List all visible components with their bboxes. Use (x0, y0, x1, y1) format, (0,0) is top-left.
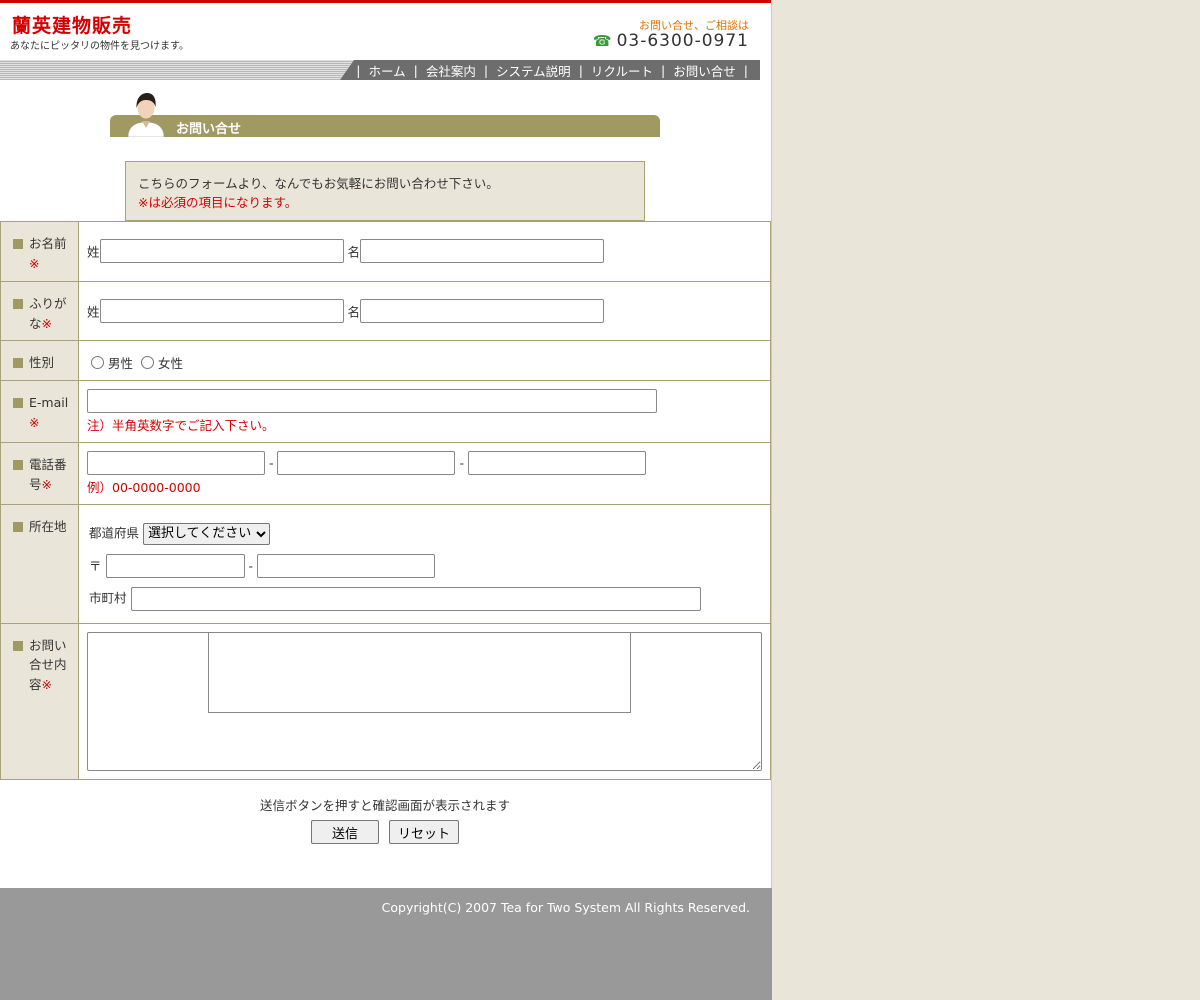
nav-separator: | (578, 62, 583, 78)
bullet-square-icon (13, 398, 23, 408)
gender-female-radio[interactable] (141, 356, 154, 369)
phone-middle-input[interactable] (277, 451, 456, 475)
form-row-email: E-mail ※ 注）半角英数字でご記入下さい。 (0, 380, 771, 443)
nav-separator: | (661, 62, 666, 78)
phone-label-cell: 電話番号※ (0, 442, 79, 505)
first-kana-input[interactable] (360, 299, 605, 323)
email-input[interactable] (87, 389, 657, 413)
last-kana-input[interactable] (99, 299, 344, 323)
gender-male-radio[interactable] (91, 356, 104, 369)
required-mark: ※ (41, 315, 52, 331)
required-mark: ※ (41, 676, 52, 692)
inquiry-field-cell (78, 622, 771, 780)
nav-item-recruit[interactable]: リクルート (591, 61, 653, 80)
prefecture-label: 都道府県 (89, 525, 140, 541)
nav-item-system[interactable]: システム説明 (496, 61, 571, 80)
bullet-square-icon (13, 522, 23, 532)
required-mark: ※ (41, 476, 52, 492)
form-row-gender: 性別 男性 女性 (0, 340, 771, 381)
gender-field-cell: 男性 女性 (78, 340, 771, 381)
name-label-cell: お名前 ※ (0, 221, 79, 282)
last-name-label: 姓 (87, 244, 100, 260)
operator-person-icon (127, 93, 165, 137)
kana-field-cell: 姓 名 (78, 281, 771, 341)
phone-last-input[interactable] (467, 451, 646, 475)
email-label: E-mail (29, 395, 69, 410)
postal-dash: - (248, 558, 253, 573)
city-input[interactable] (130, 586, 701, 611)
phone-dash: - (459, 455, 464, 471)
page-title: お問い合せ (176, 122, 242, 137)
email-field-cell: 注）半角英数字でご記入下さい。 (78, 380, 771, 443)
phone-field-cell: - - 例）00-0000-0000 (78, 442, 771, 505)
first-kana-label: 名 (347, 304, 361, 320)
phone-number: 03-6300-0971 (616, 31, 749, 51)
header: 蘭英建物販売 あなたにピッタリの物件を見つけます。 お問い合せ、ご相談は ☎ 03… (0, 0, 771, 60)
postal-code-first-input[interactable] (105, 554, 245, 578)
nav-item-contact[interactable]: お問い合せ (673, 61, 736, 80)
form-row-name: お名前 ※ 姓 名 (0, 221, 771, 282)
form-row-address: 所在地 都道府県 選択してください 〒 - 市町村 (0, 504, 771, 624)
gender-female-label[interactable]: 女性 (158, 356, 183, 371)
first-name-label: 名 (347, 244, 361, 260)
page: 蘭英建物販売 あなたにピッタリの物件を見つけます。 お問い合せ、ご相談は ☎ 03… (0, 0, 772, 1000)
nav-separator: | (743, 62, 748, 78)
form-row-kana: ふりがな※ 姓 名 (0, 281, 771, 341)
first-name-input[interactable] (360, 239, 605, 263)
postal-code-last-input[interactable] (256, 554, 435, 578)
nav-bar: | ホーム | 会社案内 | システム説明 | リクルート | お問い合せ | (0, 60, 760, 80)
intro-text: こちらのフォームより、なんでもお気軽にお問い合わせ下さい。 (138, 176, 499, 191)
email-label-cell: E-mail ※ (0, 380, 79, 443)
bullet-square-icon (13, 358, 23, 368)
address-field-cell: 都道府県 選択してください 〒 - 市町村 (78, 504, 771, 624)
address-label: 所在地 (29, 519, 67, 534)
gender-label-cell: 性別 (0, 340, 79, 381)
name-label: お名前 (29, 236, 67, 251)
send-button[interactable]: 送信 (311, 820, 379, 844)
nav-item-company[interactable]: 会社案内 (426, 61, 476, 80)
city-label: 市町村 (89, 590, 127, 606)
gender-male-label[interactable]: 男性 (108, 356, 133, 371)
bullet-square-icon (13, 299, 23, 309)
prefecture-select[interactable]: 選択してください (143, 522, 270, 545)
inquiry-textarea-overlay (208, 631, 631, 713)
bullet-square-icon (13, 239, 23, 249)
last-kana-label: 姓 (87, 304, 100, 320)
phone-dash: - (268, 455, 274, 471)
email-note: 注）半角英数字でご記入下さい。 (87, 418, 275, 433)
nav-separator: | (356, 62, 361, 78)
bullet-square-icon (13, 640, 23, 651)
contact-form: お名前 ※ 姓 名 ふりがな※ 姓 名 性別 男性 女性 E-mail※ 注）半… (0, 221, 771, 780)
bullet-square-icon (13, 460, 23, 470)
phone-note: 例）00-0000-0000 (87, 480, 201, 495)
address-label-cell: 所在地 (0, 504, 79, 624)
header-phone: ☎ 03-6300-0971 (593, 31, 749, 51)
site-tagline: あなたにピッタリの物件を見つけます。 (10, 41, 189, 52)
kana-label-cell: ふりがな※ (0, 281, 79, 341)
form-row-inquiry: お問い合せ内容※ (0, 622, 771, 780)
postal-mark: 〒 (89, 558, 102, 573)
nav-items: | ホーム | 会社案内 | システム説明 | リクルート | お問い合せ | (348, 60, 756, 80)
inquiry-label-cell: お問い合せ内容※ (0, 622, 79, 780)
required-mark: ※ (29, 255, 40, 271)
submit-note: 送信ボタンを押すと確認画面が表示されます (259, 798, 510, 813)
reset-button[interactable]: リセット (388, 820, 459, 844)
required-note: ※は必須の項目になります。 (138, 195, 298, 210)
submit-area: 送信ボタンを押すと確認画面が表示されます 送信 リセット (0, 795, 770, 844)
intro-box: こちらのフォームより、なんでもお気軽にお問い合わせ下さい。 ※は必須の項目になり… (125, 161, 645, 221)
site-logo[interactable]: 蘭英建物販売 (12, 15, 132, 37)
required-mark: ※ (29, 414, 40, 430)
gender-label: 性別 (29, 355, 55, 370)
copyright: Copyright(C) 2007 Tea for Two System All… (381, 900, 750, 915)
name-field-cell: 姓 名 (78, 221, 771, 282)
nav-item-home[interactable]: ホーム (368, 61, 405, 80)
phone-area-input[interactable] (87, 451, 265, 475)
nav-separator: | (483, 62, 489, 78)
form-row-phone: 電話番号※ - - 例）00-0000-0000 (0, 442, 771, 505)
footer: Copyright(C) 2007 Tea for Two System All… (0, 888, 772, 1000)
last-name-input[interactable] (99, 239, 344, 263)
nav-separator: | (413, 62, 418, 78)
phone-icon: ☎ (592, 32, 613, 50)
